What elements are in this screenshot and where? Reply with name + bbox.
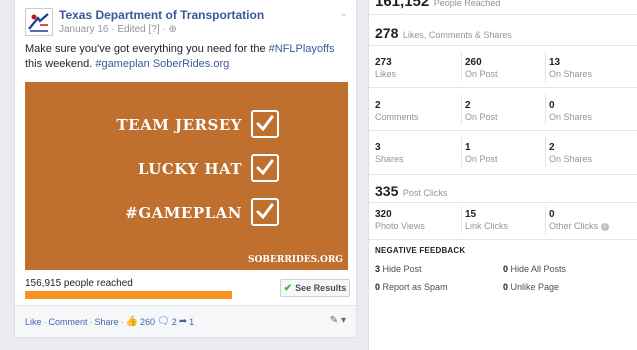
- stat-shares-on-shares: 2 On Shares: [549, 142, 593, 164]
- stat-shares: 3 Shares: [375, 142, 404, 164]
- image-line-team-jersey: TEAM JERSEY: [25, 110, 348, 140]
- lcs-total: 278: [375, 25, 399, 41]
- divider: [369, 130, 637, 131]
- lcs-label: Likes, Comments & Shares: [402, 30, 512, 40]
- share-icon: ➦: [178, 316, 188, 327]
- txdot-logo[interactable]: [25, 8, 53, 36]
- divider: [369, 239, 637, 240]
- reach-progress-bar: [25, 291, 232, 299]
- stat-likes-on-shares: 13 On Shares: [549, 57, 593, 79]
- likes-count[interactable]: 260: [140, 317, 155, 327]
- stat-unlike-page: 0 Unlike Page: [503, 282, 560, 292]
- hashtag-gameplan-link[interactable]: #gameplan: [95, 58, 149, 70]
- stat-likes-on-post: 260 On Post: [465, 57, 498, 79]
- stat-hide-all-posts: 0 Hide All Posts: [503, 264, 567, 274]
- people-reached-text: 156,915 people reached: [25, 278, 133, 289]
- globe-icon: ⊕: [168, 24, 177, 35]
- checkbox-icon: [251, 154, 279, 182]
- see-results-button[interactable]: ✔ See Results: [280, 279, 350, 297]
- stat-shares-on-post: 1 On Post: [465, 142, 498, 164]
- stat-hide-post: 3 Hide Post: [375, 264, 422, 274]
- negative-feedback-title: NEGATIVE FEEDBACK: [375, 246, 466, 255]
- post-date[interactable]: January 16 · Edited [?] ·: [59, 24, 169, 35]
- post-clicks-summary: 335 Post Clicks: [375, 183, 447, 201]
- edit-icon: ✎: [329, 315, 339, 326]
- checkmark-icon: ✔: [283, 282, 293, 294]
- post-meta: January 16 · Edited [?] · ⊕: [59, 24, 177, 35]
- reach-area: 156,915 people reached ✔ See Results: [25, 277, 350, 303]
- image-line-gameplan: #GAMEPLAN: [25, 198, 348, 228]
- hashtag-nflplayoffs-link[interactable]: #NFLPlayoffs: [269, 43, 335, 55]
- post-stats-panel: 161,152 People Reached 278 Likes, Commen…: [368, 0, 637, 350]
- comment-link[interactable]: Comment: [49, 317, 88, 327]
- post-clicks-label: Post Clicks: [402, 188, 448, 198]
- divider: [369, 87, 637, 88]
- stat-comments-on-post: 2 On Post: [465, 100, 498, 122]
- caret-down-icon: ▾: [340, 315, 346, 326]
- post-footer: Like · Comment · Share · 👍 260 🗨 2 ➦ 1 ✎…: [15, 305, 356, 337]
- post-header: Texas Department of Transportation Janua…: [25, 6, 350, 36]
- share-link[interactable]: Share: [95, 317, 119, 327]
- comments-count[interactable]: 2: [172, 317, 177, 327]
- image-line-lucky-hat: LUCKY HAT: [25, 154, 348, 184]
- chevron-down-icon[interactable]: ⌄: [340, 8, 348, 19]
- stat-report-as-spam: 0 Report as Spam: [375, 282, 448, 292]
- divider: [369, 174, 637, 175]
- lcs-summary: 278 Likes, Comments & Shares: [375, 25, 512, 43]
- info-icon[interactable]: i: [600, 222, 609, 231]
- like-link[interactable]: Like: [25, 317, 42, 327]
- post-card: Texas Department of Transportation Janua…: [14, 0, 357, 338]
- page-name-link[interactable]: Texas Department of Transportation: [59, 8, 264, 22]
- stat-other-clicks: 0 Other Clicks i: [549, 209, 609, 232]
- image-url-text: SOBERRIDES.ORG: [248, 255, 343, 265]
- shares-count[interactable]: 1: [189, 317, 194, 327]
- stat-likes: 273 Likes: [375, 57, 397, 79]
- post-image[interactable]: TEAM JERSEY LUCKY HAT #GAMEPLAN SOBERRID…: [25, 82, 348, 270]
- divider: [369, 14, 637, 15]
- people-reached-label: People Reached: [433, 0, 501, 8]
- post-options[interactable]: ✎ ▾: [330, 315, 346, 326]
- soberrides-link[interactable]: SoberRides.org: [153, 58, 229, 70]
- post-clicks-total: 335: [375, 183, 399, 199]
- people-reached-value: 161,152: [375, 0, 430, 10]
- checkbox-icon: [251, 110, 279, 138]
- divider: [369, 45, 637, 46]
- stat-comments-on-shares: 0 On Shares: [549, 100, 593, 122]
- thumbs-up-icon: 👍: [125, 316, 139, 327]
- stat-comments: 2 Comments: [375, 100, 419, 122]
- comment-icon: 🗨: [157, 316, 170, 327]
- post-text: Make sure you've got everything you need…: [25, 43, 335, 70]
- post-actions: Like · Comment · Share · 👍 260 🗨 2 ➦ 1: [25, 316, 195, 327]
- people-reached-summary: 161,152 People Reached: [375, 0, 500, 11]
- checkbox-icon: [251, 198, 279, 226]
- stat-link-clicks: 15 Link Clicks: [465, 209, 509, 231]
- stat-photo-views: 320 Photo Views: [375, 209, 425, 231]
- divider: [369, 202, 637, 203]
